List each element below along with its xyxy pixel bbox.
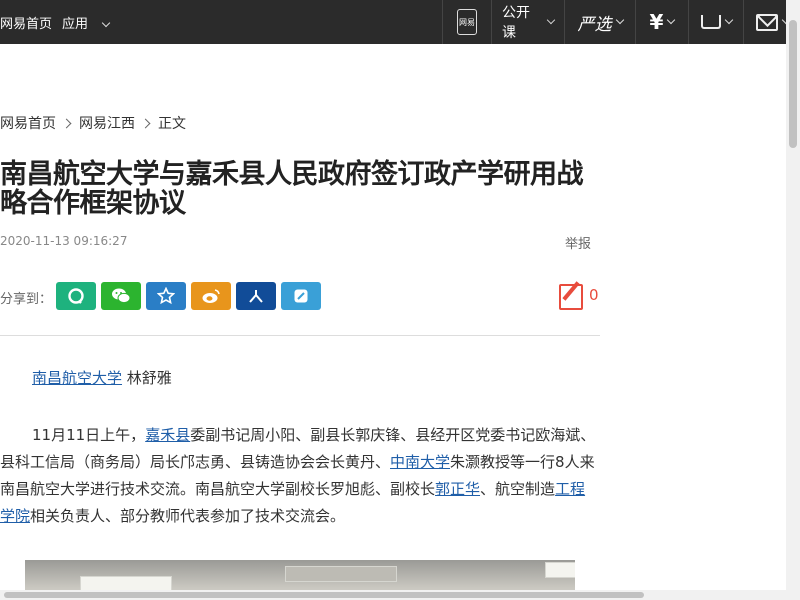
yuan-icon: ¥	[649, 10, 664, 34]
breadcrumb: 网易首页 网易江西 正文	[0, 113, 186, 133]
apps-label: 应用	[62, 16, 89, 32]
chevron-down-icon	[615, 15, 624, 25]
chevron-down-icon	[724, 15, 733, 25]
mobile-app-button[interactable]: 网易	[442, 0, 491, 44]
vertical-scroll-thumb[interactable]	[789, 20, 797, 148]
share-qq-button[interactable]	[56, 282, 96, 310]
yanxuan-logo: 严选	[577, 14, 612, 35]
byline: 南昌航空大学 林舒雅	[0, 365, 600, 392]
report-link[interactable]: 举报	[565, 233, 591, 252]
comment-count[interactable]: 0	[589, 286, 599, 304]
open-course-label: 公开课	[502, 5, 530, 41]
cart-icon	[700, 15, 721, 29]
article-paragraph: 11月11日上午，嘉禾县委副书记周小阳、副县长郭庆锋、县经开区党委书记欧海斌、县…	[0, 422, 600, 530]
byline-link[interactable]: 南昌航空大学	[32, 369, 122, 387]
phone-icon: 网易	[457, 9, 477, 35]
link-jiahe[interactable]: 嘉禾县	[145, 426, 190, 444]
top-nav-bar: 网易首页 应用 网易 公开课 严选 ¥	[0, 0, 800, 44]
paragraph-text: 相关负责人、部分教师代表参加了技术交流会。	[30, 507, 346, 525]
qq-icon	[68, 288, 84, 304]
open-course-link[interactable]: 公开课	[491, 0, 564, 44]
chevron-down-icon	[667, 15, 676, 25]
comment-icon[interactable]	[559, 284, 583, 310]
renren-icon	[249, 290, 263, 303]
breadcrumb-current: 正文	[158, 116, 186, 132]
note-icon	[294, 289, 308, 303]
share-qzone-button[interactable]	[146, 282, 186, 310]
wechat-icon	[112, 288, 131, 304]
share-weibo-button[interactable]	[191, 282, 231, 310]
vertical-scrollbar[interactable]	[786, 0, 800, 600]
chevron-down-icon	[546, 15, 556, 25]
netease-home-link[interactable]: 网易首页	[0, 13, 52, 32]
share-label: 分享到：	[0, 292, 53, 307]
horizontal-scroll-thumb[interactable]	[4, 592, 644, 598]
ceiling-light	[545, 562, 575, 578]
paragraph-text: 、航空制造	[480, 480, 556, 498]
ceiling-vent	[285, 566, 397, 582]
chevron-down-icon	[101, 18, 111, 27]
payment-menu[interactable]: ¥	[635, 0, 688, 44]
paragraph-text: 11月11日上午，	[32, 426, 146, 444]
chevron-right-icon	[140, 118, 151, 128]
share-renren-button[interactable]	[236, 282, 276, 310]
share-wechat-button[interactable]	[101, 282, 141, 310]
cart-menu[interactable]	[688, 0, 743, 44]
yanxuan-link[interactable]: 严选	[564, 0, 635, 44]
byline-author: 林舒雅	[122, 369, 172, 387]
link-guo[interactable]: 郭正华	[435, 480, 480, 498]
phone-icon-label: 网易	[459, 17, 475, 27]
mail-icon	[755, 13, 778, 31]
divider	[0, 335, 600, 336]
top-nav-left: 网易首页 应用	[0, 0, 119, 44]
apps-menu[interactable]: 应用	[62, 13, 111, 32]
share-note-button[interactable]	[281, 282, 321, 310]
article-title: 南昌航空大学与嘉禾县人民政府签订政产学研用战略合作框架协议	[0, 159, 584, 219]
publish-time: 2020-11-13 09:16:27	[0, 234, 128, 248]
breadcrumb-jiangxi[interactable]: 网易江西	[79, 113, 135, 133]
link-csu[interactable]: 中南大学	[390, 453, 450, 471]
chevron-right-icon	[61, 118, 72, 128]
qzone-icon	[157, 287, 175, 305]
weibo-icon	[202, 289, 220, 303]
breadcrumb-home[interactable]: 网易首页	[0, 113, 56, 133]
top-nav-right: 网易 公开课 严选 ¥	[442, 0, 800, 44]
horizontal-scrollbar[interactable]	[0, 590, 786, 600]
